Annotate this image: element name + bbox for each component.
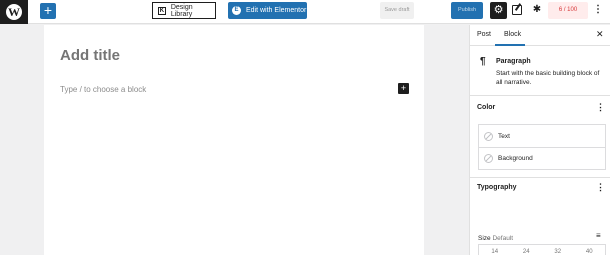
active-tab-indicator: [495, 44, 525, 46]
tab-block[interactable]: Block: [504, 31, 521, 38]
font-size-option[interactable]: 14: [479, 245, 511, 255]
settings-gear-icon[interactable]: ⚙: [490, 2, 507, 19]
elementor-icon: E: [232, 6, 241, 15]
editor-canvas: Add title Type / to choose a block +: [44, 25, 424, 255]
add-block-button[interactable]: +: [40, 3, 56, 19]
font-size-label: Size Default: [478, 235, 513, 242]
color-options: Text Background: [478, 124, 606, 170]
inline-add-block-button[interactable]: +: [398, 83, 409, 94]
font-size-option[interactable]: 32: [542, 245, 574, 255]
font-size-option[interactable]: 24: [511, 245, 543, 255]
design-library-icon: K: [158, 6, 166, 15]
save-draft-button[interactable]: Save draft: [380, 2, 414, 19]
color-item-label: Background: [498, 155, 533, 162]
color-item-background[interactable]: Background: [479, 147, 605, 169]
elementor-label: Edit with Elementor: [246, 7, 307, 14]
post-title-input[interactable]: Add title: [60, 47, 120, 64]
publish-button[interactable]: Publish: [451, 2, 483, 19]
block-placeholder[interactable]: Type / to choose a block: [60, 85, 146, 94]
editor-toolbar: W + K Design Library E Edit with Element…: [0, 0, 610, 24]
size-value: Default: [492, 235, 514, 242]
settings-sidebar: Post Block ✕ ¶ Paragraph Start with the …: [469, 25, 610, 255]
color-more-icon[interactable]: ⋮: [596, 102, 605, 113]
font-size-picker: 14 24 32 40: [478, 244, 606, 255]
plugin-icon[interactable]: ✱: [532, 3, 542, 17]
color-item-label: Text: [498, 132, 510, 140]
sidebar-tabs: Post Block ✕: [470, 25, 610, 46]
custom-size-toggle-icon[interactable]: ≡: [596, 231, 601, 240]
size-label-text: Size: [478, 235, 491, 242]
close-icon[interactable]: ✕: [596, 29, 604, 40]
block-name: Paragraph: [496, 58, 531, 65]
edit-with-elementor-button[interactable]: E Edit with Elementor: [228, 2, 307, 19]
divider: [470, 95, 610, 96]
typography-more-icon[interactable]: ⋮: [596, 182, 605, 193]
divider: [470, 177, 610, 178]
tab-post[interactable]: Post: [477, 31, 491, 38]
design-library-label: Design Library: [170, 3, 193, 18]
wordpress-icon: W: [6, 4, 22, 20]
paragraph-icon: ¶: [480, 56, 486, 67]
color-swatch-icon: [484, 154, 493, 163]
design-library-button[interactable]: K Design Library: [152, 2, 216, 19]
color-item-text[interactable]: Text: [479, 125, 605, 147]
color-section-title[interactable]: Color: [477, 104, 495, 111]
more-options-icon[interactable]: ⋮: [593, 3, 603, 17]
seo-score-button[interactable]: 6 / 100: [548, 2, 588, 19]
typography-section-title[interactable]: Typography: [477, 184, 517, 191]
block-description: Start with the basic building block of a…: [496, 70, 600, 86]
font-size-option[interactable]: 40: [574, 245, 606, 255]
pencil-icon[interactable]: [512, 5, 522, 15]
color-swatch-icon: [484, 131, 493, 141]
wordpress-logo-button[interactable]: W: [0, 0, 28, 24]
